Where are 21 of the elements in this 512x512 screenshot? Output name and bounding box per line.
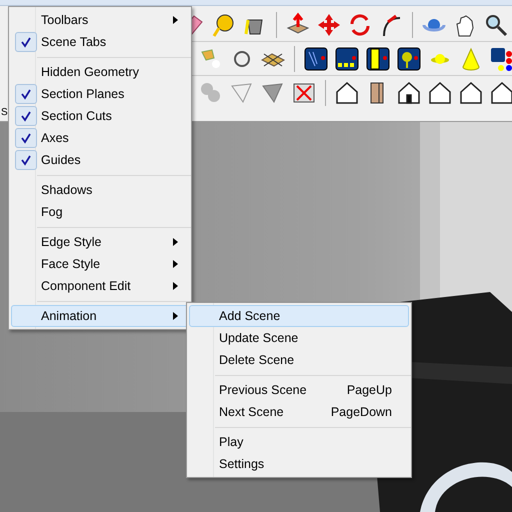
menu-item[interactable]: Scene Tabs [11, 31, 189, 53]
menu-item[interactable]: Animation [11, 305, 189, 327]
menu-item[interactable]: Edge Style [11, 231, 189, 253]
menu-item[interactable]: Next Scene PageDown [189, 401, 409, 423]
menu-item[interactable]: Previous Scene PageUp [189, 379, 409, 401]
menu-item[interactable]: Update Scene [189, 327, 409, 349]
menu-item[interactable]: Play [189, 431, 409, 453]
menu-item[interactable]: Section Cuts [11, 105, 189, 127]
menu-item[interactable]: Hidden Geometry [11, 61, 189, 83]
menu-item[interactable]: Fog [11, 201, 189, 223]
menu-item[interactable]: Guides [11, 149, 189, 171]
menu-item[interactable]: Section Planes [11, 83, 189, 105]
menu-item[interactable]: Toolbars [11, 9, 189, 31]
menu-item[interactable]: Component Edit [11, 275, 189, 297]
menu-item[interactable]: Axes [11, 127, 189, 149]
toolbar-label: S [1, 108, 8, 118]
menu-item[interactable]: Face Style [11, 253, 189, 275]
menu-item[interactable]: Shadows [11, 179, 189, 201]
menu-item[interactable]: Settings [189, 453, 409, 475]
menu-item[interactable]: Add Scene [189, 305, 409, 327]
menu-item[interactable]: Delete Scene [189, 349, 409, 371]
